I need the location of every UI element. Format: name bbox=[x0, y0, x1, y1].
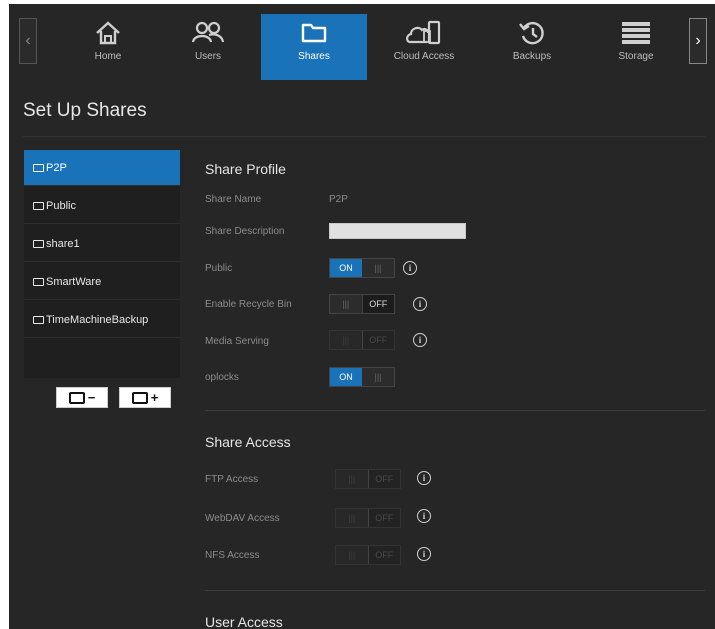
remove-share-button[interactable]: − bbox=[56, 387, 108, 408]
nav-item-home[interactable]: Home bbox=[55, 14, 161, 80]
folder-icon bbox=[33, 239, 44, 248]
info-icon[interactable]: i bbox=[403, 261, 417, 275]
divider bbox=[205, 590, 705, 591]
nav-label-shares: Shares bbox=[298, 51, 330, 62]
minus-icon: − bbox=[87, 390, 96, 405]
toggle-on-label: ON bbox=[330, 368, 362, 386]
share-item-label: share1 bbox=[46, 237, 80, 250]
top-navigation: ‹ Home Users Shares Cloud Access Backups… bbox=[9, 4, 715, 80]
share-description-input[interactable] bbox=[329, 223, 466, 239]
toggle-on-label: ON bbox=[330, 259, 362, 277]
recycle-bin-label: Enable Recycle Bin bbox=[205, 299, 292, 310]
info-icon[interactable]: i bbox=[413, 333, 427, 347]
share-access-title: Share Access bbox=[205, 434, 291, 450]
folder-icon bbox=[68, 391, 85, 404]
app-window: ‹ Home Users Shares Cloud Access Backups… bbox=[9, 4, 715, 629]
page-title: Set Up Shares bbox=[23, 100, 147, 121]
public-toggle[interactable]: ON ||| bbox=[329, 258, 395, 278]
share-item-label: SmartWare bbox=[46, 275, 102, 288]
nav-label-home: Home bbox=[94, 51, 122, 62]
nav-item-storage[interactable]: Storage bbox=[583, 14, 689, 80]
nav-item-users[interactable]: Users bbox=[155, 14, 261, 80]
nav-label-backups: Backups bbox=[512, 51, 552, 62]
public-label: Public bbox=[205, 263, 233, 274]
toggle-grip: ||| bbox=[362, 368, 394, 386]
share-name-value: P2P bbox=[329, 194, 348, 205]
toggle-off-label: OFF bbox=[362, 295, 394, 313]
home-icon bbox=[96, 21, 120, 45]
add-share-button[interactable]: + bbox=[119, 387, 171, 408]
users-icon bbox=[191, 21, 225, 43]
webdav-access-toggle[interactable]: ||| OFF bbox=[335, 508, 401, 528]
share-item-label: Public bbox=[46, 199, 76, 212]
folder-icon bbox=[33, 163, 44, 172]
folder-icon bbox=[33, 201, 44, 210]
nav-item-shares[interactable]: Shares bbox=[261, 14, 367, 80]
nav-label-storage: Storage bbox=[618, 51, 654, 62]
nfs-access-toggle[interactable]: ||| OFF bbox=[335, 545, 401, 565]
webdav-access-label: WebDAV Access bbox=[205, 513, 280, 524]
user-access-title: User Access bbox=[205, 614, 283, 629]
toggle-off-label: OFF bbox=[368, 509, 400, 527]
ftp-access-label: FTP Access bbox=[205, 474, 259, 485]
nav-label-users: Users bbox=[194, 51, 222, 62]
toggle-off-label: OFF bbox=[368, 470, 400, 488]
nfs-access-label: NFS Access bbox=[205, 550, 260, 561]
storage-icon bbox=[622, 22, 650, 44]
nav-item-cloud-access[interactable]: Cloud Access bbox=[371, 14, 477, 80]
divider bbox=[23, 136, 705, 137]
recycle-bin-toggle[interactable]: ||| OFF bbox=[329, 294, 395, 314]
nav-next-button[interactable]: › bbox=[689, 18, 707, 64]
share-item-label: TimeMachineBackup bbox=[46, 313, 149, 326]
folder-icon bbox=[131, 391, 148, 404]
plus-icon: + bbox=[150, 390, 159, 405]
share-item-p2p[interactable]: P2P bbox=[24, 150, 180, 186]
oplocks-label: oplocks bbox=[205, 372, 239, 383]
nav-prev-button[interactable]: ‹ bbox=[19, 18, 37, 64]
toggle-grip: ||| bbox=[336, 470, 369, 488]
share-item-label: P2P bbox=[46, 161, 67, 174]
toggle-off-label: OFF bbox=[362, 331, 394, 349]
folder-icon bbox=[301, 23, 327, 43]
share-profile-title: Share Profile bbox=[205, 161, 286, 177]
folder-icon bbox=[33, 277, 44, 286]
toggle-grip: ||| bbox=[330, 295, 363, 313]
oplocks-toggle[interactable]: ON ||| bbox=[329, 367, 395, 387]
info-icon[interactable]: i bbox=[413, 297, 427, 311]
nav-label-cloud-access: Cloud Access bbox=[393, 51, 455, 62]
share-description-label: Share Description bbox=[205, 226, 285, 237]
share-item-public[interactable]: Public bbox=[24, 188, 180, 224]
share-name-label: Share Name bbox=[205, 194, 262, 205]
divider bbox=[205, 410, 705, 411]
media-serving-label: Media Serving bbox=[205, 336, 269, 347]
toggle-grip: ||| bbox=[336, 546, 369, 564]
ftp-access-toggle[interactable]: ||| OFF bbox=[335, 469, 401, 489]
media-serving-toggle[interactable]: ||| OFF bbox=[329, 330, 395, 350]
toggle-grip: ||| bbox=[336, 509, 369, 527]
folder-icon bbox=[33, 315, 44, 324]
toggle-grip: ||| bbox=[330, 331, 363, 349]
info-icon[interactable]: i bbox=[417, 509, 431, 523]
history-icon bbox=[519, 21, 544, 45]
share-list: P2P Public share1 SmartWare TimeMachineB… bbox=[24, 150, 180, 378]
info-icon[interactable]: i bbox=[417, 471, 431, 485]
toggle-off-label: OFF bbox=[368, 546, 400, 564]
nav-item-backups[interactable]: Backups bbox=[479, 14, 585, 80]
share-item-share1[interactable]: share1 bbox=[24, 226, 180, 262]
share-item-timemachinebackup[interactable]: TimeMachineBackup bbox=[24, 302, 180, 338]
cloud-devices-icon bbox=[406, 20, 441, 45]
chevron-left-icon: ‹ bbox=[25, 32, 31, 49]
toggle-grip: ||| bbox=[362, 259, 394, 277]
chevron-right-icon: › bbox=[695, 32, 701, 49]
info-icon[interactable]: i bbox=[417, 547, 431, 561]
share-item-smartware[interactable]: SmartWare bbox=[24, 264, 180, 300]
